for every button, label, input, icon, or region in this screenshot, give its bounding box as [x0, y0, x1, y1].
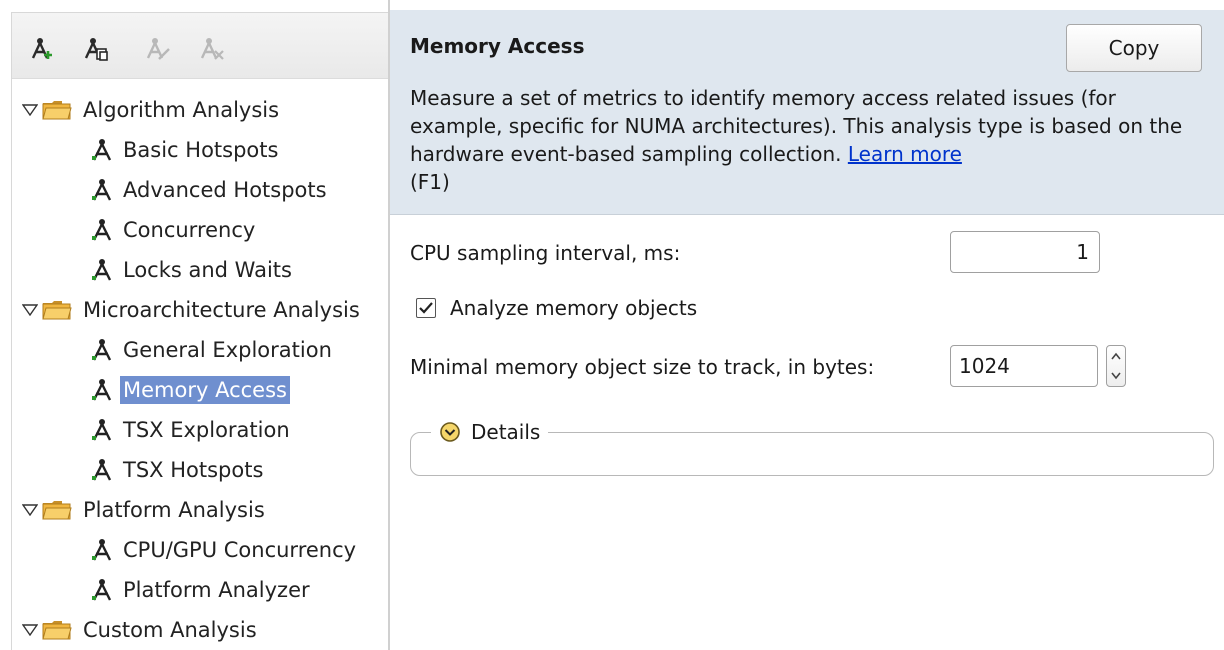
tree-item-platform-analyzer[interactable]: Platform Analyzer — [12, 571, 388, 609]
analysis-type-icon — [90, 218, 114, 242]
page-title: Memory Access — [410, 34, 585, 58]
analyze-memory-objects-option[interactable]: Analyze memory objects — [416, 296, 697, 320]
tree-item-label: Locks and Waits — [123, 258, 292, 282]
min-object-size-input[interactable]: 1024 — [950, 345, 1098, 387]
tree-group-label: Algorithm Analysis — [83, 98, 280, 122]
tree-item-tsx-exploration[interactable]: TSX Exploration — [12, 411, 388, 449]
tree-item-label: Concurrency — [123, 218, 256, 242]
checkmark-icon — [419, 302, 433, 314]
description-text: Measure a set of metrics to identify mem… — [410, 86, 1183, 166]
edit-analysis-button[interactable] — [144, 35, 172, 63]
expanded-triangle-icon[interactable] — [20, 100, 40, 120]
tree-item-tsx-hotspots[interactable]: TSX Hotspots — [12, 451, 388, 489]
tree-item-memory-access[interactable]: Memory Access — [12, 371, 388, 409]
tree-group-label: Microarchitecture Analysis — [83, 298, 360, 322]
tree-group-microarchitecture-analysis[interactable]: Microarchitecture Analysis — [12, 291, 388, 329]
folder-icon — [42, 499, 72, 521]
copy-button[interactable]: Copy — [1066, 24, 1202, 72]
spin-down-button[interactable] — [1107, 366, 1125, 386]
chevron-up-icon — [1111, 352, 1121, 360]
tree-item-label: TSX Hotspots — [123, 458, 264, 482]
analysis-type-window: Algorithm Analysis Basic Hotspots Advanc… — [0, 0, 1224, 650]
analysis-type-icon — [90, 178, 114, 202]
folder-icon — [42, 299, 72, 321]
tree-item-concurrency[interactable]: Concurrency — [12, 211, 388, 249]
tree-item-locks-and-waits[interactable]: Locks and Waits — [12, 251, 388, 289]
analysis-tree-panel: Algorithm Analysis Basic Hotspots Advanc… — [11, 12, 388, 650]
cpu-sampling-interval-input[interactable]: 1 — [950, 231, 1100, 273]
tree-item-label: General Exploration — [123, 338, 332, 362]
new-analysis-button[interactable] — [28, 35, 56, 63]
analysis-type-icon — [90, 378, 114, 402]
tree-group-label: Custom Analysis — [83, 618, 257, 642]
tree-item-label: Advanced Hotspots — [123, 178, 327, 202]
analysis-type-icon — [90, 418, 114, 442]
analysis-type-icon — [90, 338, 114, 362]
shortcut-hint: (F1) — [410, 170, 450, 194]
analysis-type-icon — [90, 138, 114, 162]
cpu-sampling-interval-label: CPU sampling interval, ms: — [410, 241, 681, 265]
tree-item-label: TSX Exploration — [123, 418, 290, 442]
delete-analysis-button[interactable] — [198, 35, 226, 63]
copy-analysis-icon — [84, 38, 108, 61]
expand-circle-icon[interactable] — [439, 421, 461, 443]
tree-toolbar — [12, 13, 388, 79]
expanded-triangle-icon[interactable] — [20, 300, 40, 320]
tree-item-basic-hotspots[interactable]: Basic Hotspots — [12, 131, 388, 169]
chevron-down-icon — [1111, 372, 1121, 380]
spin-up-button[interactable] — [1107, 346, 1125, 366]
analyze-memory-objects-label: Analyze memory objects — [450, 296, 698, 320]
analysis-type-icon — [90, 258, 114, 282]
edit-analysis-icon — [146, 38, 170, 60]
tree-item-advanced-hotspots[interactable]: Advanced Hotspots — [12, 171, 388, 209]
delete-analysis-icon — [200, 38, 224, 60]
tree-item-label: Basic Hotspots — [123, 138, 279, 162]
details-toggle[interactable]: Details — [431, 420, 549, 444]
tree-group-platform-analysis[interactable]: Platform Analysis — [12, 491, 388, 529]
analysis-type-icon — [90, 458, 114, 482]
tree-item-label-selected: Memory Access — [120, 376, 290, 404]
expanded-triangle-icon[interactable] — [20, 500, 40, 520]
details-section: Details — [410, 420, 1214, 476]
folder-icon — [42, 619, 72, 641]
tree-item-label: CPU/GPU Concurrency — [123, 538, 357, 562]
learn-more-link[interactable]: Learn more — [848, 142, 962, 166]
analysis-description: Measure a set of metrics to identify mem… — [410, 84, 1210, 196]
tree-item-label: Platform Analyzer — [123, 578, 310, 602]
folder-icon — [42, 99, 72, 121]
min-object-size-label: Minimal memory object size to track, in … — [410, 355, 875, 379]
tree-group-custom-analysis[interactable]: Custom Analysis — [12, 611, 388, 649]
analysis-description-header: Memory Access Copy Measure a set of metr… — [390, 10, 1224, 215]
expanded-triangle-icon[interactable] — [20, 620, 40, 640]
analysis-type-icon — [90, 538, 114, 562]
tree-group-algorithm-analysis[interactable]: Algorithm Analysis — [12, 91, 388, 129]
copy-analysis-button[interactable] — [82, 35, 110, 63]
tree-item-general-exploration[interactable]: General Exploration — [12, 331, 388, 369]
analysis-type-icon — [90, 578, 114, 602]
details-label: Details — [471, 420, 541, 444]
min-object-size-spinner[interactable] — [1106, 345, 1126, 387]
tree-group-label: Platform Analysis — [83, 498, 265, 522]
analyze-memory-objects-checkbox[interactable] — [416, 298, 436, 318]
add-analysis-icon — [31, 38, 52, 59]
tree-item-cpu-gpu-concurrency[interactable]: CPU/GPU Concurrency — [12, 531, 388, 569]
